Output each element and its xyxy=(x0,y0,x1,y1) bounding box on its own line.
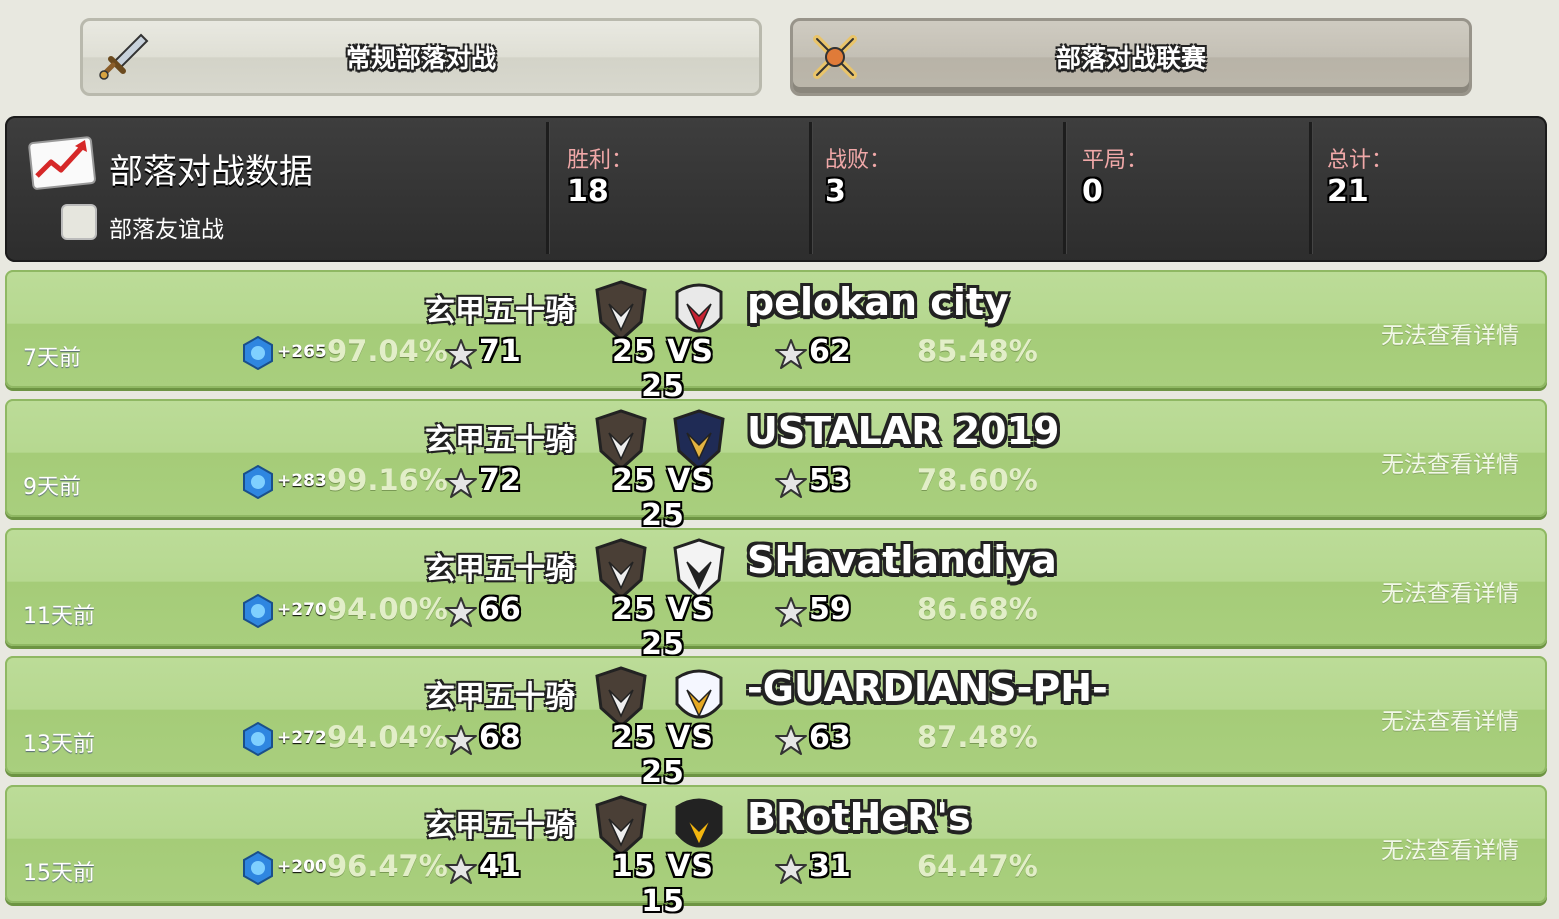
losses-label: 战败： xyxy=(825,148,892,173)
war-log-row[interactable]: 13天前 +272 94.04% 68 玄甲五十骑 25 VS 25 -GUARDIANS-… xyxy=(5,656,1547,790)
enemy-stars: 63 xyxy=(809,720,851,755)
view-details-unavailable: 无法查看详情 xyxy=(1381,452,1519,478)
clan-xp-gain: +265 xyxy=(277,342,327,362)
our-stars: 72 xyxy=(479,463,521,498)
wins-value: 18 xyxy=(567,174,609,209)
enemy-stars: 59 xyxy=(809,592,851,627)
crossed-swords-icon xyxy=(813,35,857,79)
war-size-vs: 25 VS 25 xyxy=(611,463,715,533)
friendly-war-label: 部落友谊战 xyxy=(109,217,224,243)
enemy-destruction-percent: 85.48% xyxy=(917,334,1038,368)
enemy-destruction-percent: 86.68% xyxy=(917,592,1038,626)
draws-value: 0 xyxy=(1082,174,1103,209)
star-icon xyxy=(445,338,477,370)
war-size-vs: 25 VS 25 xyxy=(611,592,715,662)
war-time-ago: 15天前 xyxy=(23,861,95,886)
enemy-clan-name: USTALAR 2019 xyxy=(747,409,1060,453)
friendly-war-checkbox[interactable] xyxy=(61,204,97,240)
clan-xp-icon xyxy=(243,335,273,371)
war-log-row[interactable]: 11天前 +270 94.00% 66 玄甲五十骑 25 VS 25 SHavatlandi… xyxy=(5,528,1547,662)
our-clan-name: 玄甲五十骑 xyxy=(425,552,575,587)
war-stats-panel: 部落对战数据 部落友谊战 胜利： 18 战败： 3 平局： 0 总计： 21 xyxy=(5,116,1547,262)
our-destruction-percent: 97.04% xyxy=(327,334,448,368)
stat-losses: 战败： 3 xyxy=(825,142,891,209)
clan-xp-icon xyxy=(243,593,273,629)
our-stars: 66 xyxy=(479,592,521,627)
enemy-clan-name: BRotHeR's xyxy=(747,795,971,839)
star-icon xyxy=(775,467,807,499)
sword-icon xyxy=(99,33,149,80)
tab-league-label: 部落对战联赛 xyxy=(1055,44,1206,73)
war-time-ago: 9天前 xyxy=(23,475,81,500)
our-destruction-percent: 96.47% xyxy=(327,849,448,883)
war-size-vs: 25 VS 25 xyxy=(611,720,715,790)
star-icon xyxy=(445,467,477,499)
star-icon xyxy=(775,338,807,370)
losses-value: 3 xyxy=(825,174,846,209)
view-details-unavailable: 无法查看详情 xyxy=(1381,709,1519,735)
our-destruction-percent: 94.04% xyxy=(327,720,448,754)
enemy-destruction-percent: 78.60% xyxy=(917,463,1038,497)
our-destruction-percent: 94.00% xyxy=(327,592,448,626)
our-stars: 71 xyxy=(479,334,521,369)
divider xyxy=(1309,122,1312,254)
enemy-clan-name: SHavatlandiya xyxy=(747,538,1057,582)
star-icon xyxy=(775,853,807,885)
enemy-destruction-percent: 87.48% xyxy=(917,720,1038,754)
our-stars: 41 xyxy=(479,849,521,884)
clan-xp-gain: +272 xyxy=(277,728,327,748)
our-destruction-percent: 99.16% xyxy=(327,463,448,497)
total-label: 总计： xyxy=(1327,148,1394,173)
divider xyxy=(809,122,812,254)
chart-icon xyxy=(28,136,96,190)
war-log-row[interactable]: 9天前 +283 99.16% 72 玄甲五十骑 25 VS 25 USTALAR 2019… xyxy=(5,399,1547,533)
star-icon xyxy=(445,853,477,885)
clan-xp-icon xyxy=(243,721,273,757)
enemy-stars: 31 xyxy=(809,849,851,884)
our-stars: 68 xyxy=(479,720,521,755)
star-icon xyxy=(775,596,807,628)
enemy-clan-name: pelokan city xyxy=(747,280,1009,324)
total-value: 21 xyxy=(1327,174,1369,209)
our-clan-name: 玄甲五十骑 xyxy=(425,680,575,715)
view-details-unavailable: 无法查看详情 xyxy=(1381,581,1519,607)
stat-wins: 胜利： 18 xyxy=(567,142,633,209)
view-details-unavailable: 无法查看详情 xyxy=(1381,838,1519,864)
star-icon xyxy=(445,724,477,756)
war-log-row[interactable]: 15天前 +200 96.47% 41 玄甲五十骑 15 VS 15 BRotHeR's 31… xyxy=(5,785,1547,919)
star-icon xyxy=(445,596,477,628)
our-clan-name: 玄甲五十骑 xyxy=(425,809,575,844)
clan-xp-icon xyxy=(243,850,273,886)
view-details-unavailable: 无法查看详情 xyxy=(1381,323,1519,349)
war-time-ago: 7天前 xyxy=(23,346,81,371)
tab-war-league[interactable]: 部落对战联赛 xyxy=(790,18,1472,96)
stat-draws: 平局： 0 xyxy=(1082,142,1148,209)
war-time-ago: 13天前 xyxy=(23,732,95,757)
war-size-vs: 15 VS 15 xyxy=(611,849,715,919)
clan-xp-gain: +283 xyxy=(277,471,327,491)
clan-xp-icon xyxy=(243,464,273,500)
enemy-stars: 62 xyxy=(809,334,851,369)
war-time-ago: 11天前 xyxy=(23,604,95,629)
stat-total: 总计： 21 xyxy=(1327,142,1393,209)
enemy-stars: 53 xyxy=(809,463,851,498)
draws-label: 平局： xyxy=(1082,148,1149,173)
enemy-clan-name: -GUARDIANS-PH- xyxy=(747,666,1108,710)
clan-xp-gain: +200 xyxy=(277,857,327,877)
divider xyxy=(1063,122,1066,254)
clan-xp-gain: +270 xyxy=(277,600,327,620)
enemy-destruction-percent: 64.47% xyxy=(917,849,1038,883)
tab-regular-war[interactable]: 常规部落对战 xyxy=(80,18,762,96)
divider xyxy=(546,122,549,254)
tab-regular-label: 常规部落对战 xyxy=(345,44,496,73)
war-size-vs: 25 VS 25 xyxy=(611,334,715,404)
stats-title: 部落对战数据 xyxy=(109,152,313,192)
star-icon xyxy=(775,724,807,756)
our-clan-name: 玄甲五十骑 xyxy=(425,294,575,329)
war-log-row[interactable]: 7天前 +265 97.04% 71 玄甲五十骑 25 VS 25 pelokan city… xyxy=(5,270,1547,404)
wins-label: 胜利： xyxy=(567,148,634,173)
our-clan-name: 玄甲五十骑 xyxy=(425,423,575,458)
